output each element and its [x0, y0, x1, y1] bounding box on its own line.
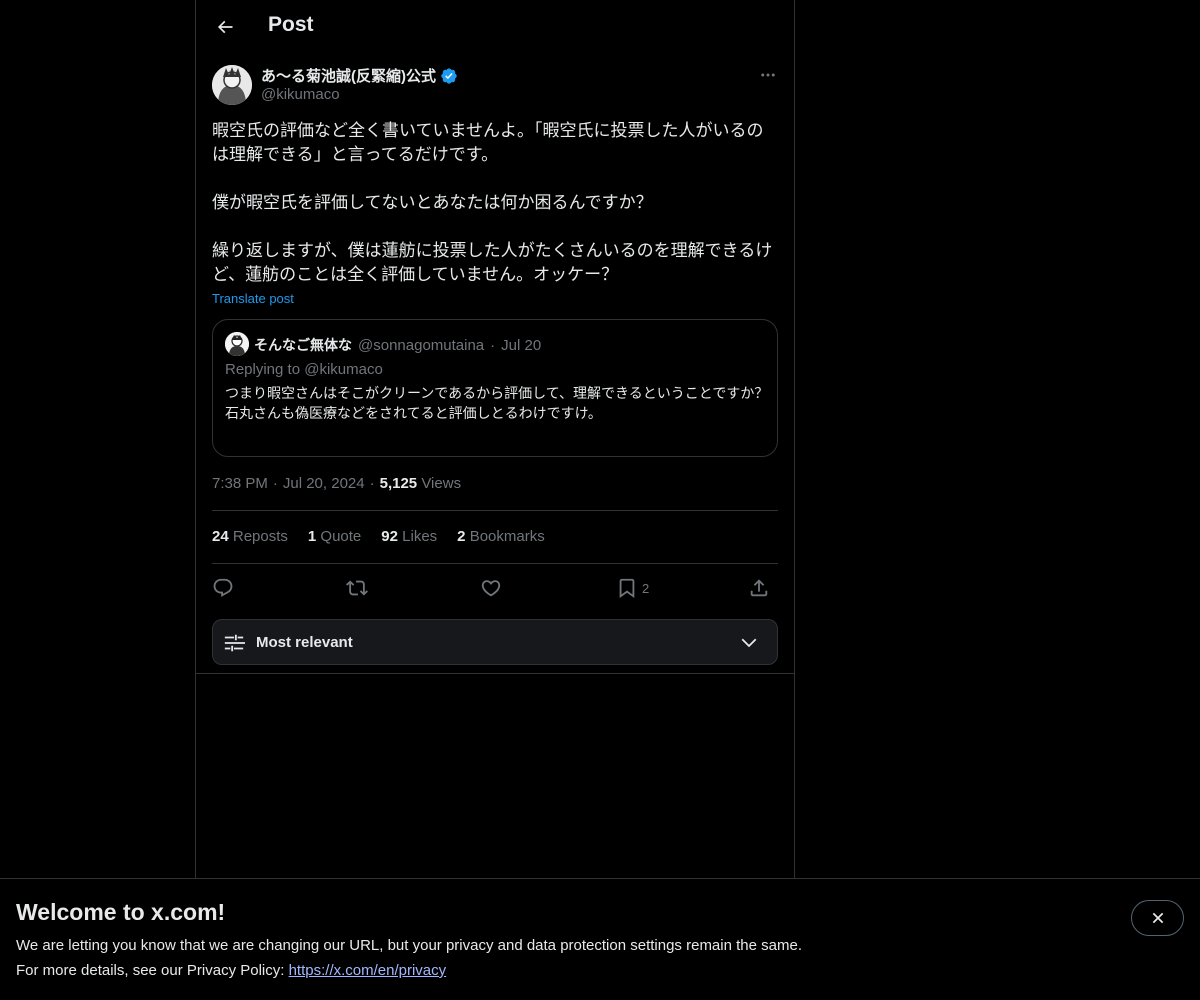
- quoted-post-text: つまり暇空さんはそこがクリーンであるから評価して、理解できるということですか？ …: [225, 386, 769, 422]
- quoted-author-handle: @sonnagomutaina: [358, 336, 485, 354]
- bookmarks-stat[interactable]: 2 Bookmarks: [457, 528, 545, 545]
- author-name[interactable]: あ〜る菊池誠(反緊縮)公式: [261, 65, 436, 86]
- replying-to: Replying to @kikumaco: [225, 361, 383, 378]
- reposts-stat[interactable]: 24 Reposts: [212, 528, 288, 545]
- repost-button[interactable]: [346, 572, 368, 604]
- reply-button[interactable]: [212, 572, 234, 604]
- back-button[interactable]: [208, 10, 242, 44]
- page-title: Post: [268, 13, 314, 36]
- post-meta: 7:38 PM · Jul 20, 2024 · 5,125 Views: [212, 475, 461, 492]
- author-name-row: あ〜る菊池誠(反緊縮)公式: [261, 65, 458, 86]
- author-avatar[interactable]: [212, 65, 252, 105]
- views-label: Views: [421, 475, 462, 492]
- sort-label: Most relevant: [256, 634, 353, 651]
- banner-privacy-prefix: For more details, see our Privacy Policy…: [16, 962, 289, 979]
- translate-post-link[interactable]: Translate post: [212, 291, 294, 306]
- separator-dot: ·: [272, 475, 278, 492]
- reply-icon: [213, 578, 233, 597]
- close-banner-button[interactable]: [1131, 900, 1184, 936]
- privacy-policy-link[interactable]: https://x.com/en/privacy: [289, 962, 447, 979]
- share-icon: [750, 579, 768, 597]
- views-count: 5,125: [379, 475, 418, 492]
- banner-message: We are letting you know that we are chan…: [16, 937, 802, 954]
- quoted-post-date: Jul 20: [501, 336, 542, 354]
- bookmark-button[interactable]: 2: [616, 572, 649, 604]
- likes-stat[interactable]: 92 Likes: [381, 528, 437, 545]
- more-options-button[interactable]: [752, 64, 784, 86]
- separator-dot: ·: [369, 475, 375, 492]
- engagement-stats: 24 Reposts 1 Quote 92 Likes 2 Bookmarks: [212, 528, 545, 545]
- repost-icon: [346, 580, 368, 596]
- quoted-post-header: そんなご無体な @sonnagomutaina · Jul 20: [254, 335, 541, 355]
- divider: [212, 563, 778, 564]
- reply-sort-dropdown[interactable]: Most relevant: [212, 619, 778, 665]
- author-handle[interactable]: @kikumaco: [261, 86, 340, 103]
- quoted-author-avatar: [225, 332, 249, 356]
- post-column: Post あ〜る菊池誠(反緊縮)公式 @kikumaco 暇空氏の評価など全く書…: [195, 0, 795, 880]
- quoted-post[interactable]: そんなご無体な @sonnagomutaina · Jul 20 Replyin…: [212, 319, 778, 457]
- banner-privacy-line: For more details, see our Privacy Policy…: [16, 962, 446, 979]
- divider: [196, 673, 794, 674]
- heart-icon: [481, 580, 501, 597]
- action-bar: 2: [212, 572, 778, 604]
- welcome-banner: Welcome to x.com! We are letting you kno…: [0, 878, 1200, 1000]
- share-button[interactable]: [748, 572, 770, 604]
- close-icon: [1152, 912, 1163, 924]
- chevron-down-icon: [741, 638, 757, 648]
- post-date[interactable]: Jul 20, 2024: [283, 475, 365, 492]
- quoted-author-name: そんなご無体な: [254, 338, 352, 354]
- like-button[interactable]: [480, 572, 502, 604]
- bookmark-count: 2: [642, 580, 650, 596]
- verified-badge-icon: [441, 67, 457, 84]
- arrow-left-icon: [217, 20, 233, 34]
- page-header: Post: [196, 0, 794, 54]
- divider: [212, 510, 778, 511]
- separator-dot: ·: [490, 336, 496, 354]
- post-time[interactable]: 7:38 PM: [212, 475, 268, 492]
- quotes-stat[interactable]: 1 Quote: [308, 528, 361, 545]
- post-text: 暇空氏の評価など全く書いていませんよ。「暇空氏に投票した人がいるのは理解できる」…: [212, 121, 773, 285]
- bookmark-icon: [619, 578, 635, 599]
- more-horizontal-icon: [761, 73, 775, 77]
- banner-title: Welcome to x.com!: [16, 899, 226, 925]
- sliders-icon: [224, 634, 245, 652]
